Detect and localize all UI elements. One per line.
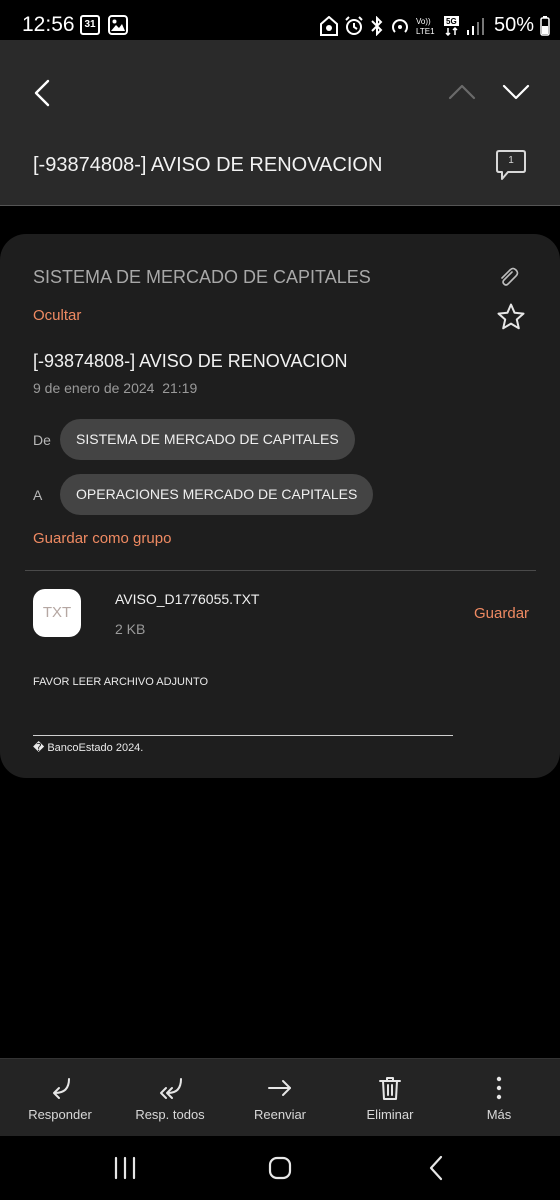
comment-button[interactable]: 1 [494, 148, 528, 182]
email-date: 9 de enero de 2024 21:19 [33, 380, 198, 396]
email-body-text: FAVOR LEER ARCHIVO ADJUNTO [33, 676, 209, 688]
reply-all-label: Resp. todos [135, 1107, 205, 1122]
volte-icon: Vo)) LTE1 [416, 17, 435, 36]
txt-file-icon[interactable]: TXT [33, 589, 81, 637]
svg-text:LTE1: LTE1 [416, 27, 435, 36]
header-divider [0, 205, 560, 206]
reply-label: Responder [28, 1107, 92, 1122]
more-vertical-icon [496, 1076, 502, 1100]
calendar-day: 31 [84, 19, 96, 30]
previous-email-icon[interactable] [446, 80, 478, 104]
hide-details-link[interactable]: Ocultar [33, 307, 81, 324]
more-button[interactable]: Más [443, 1059, 555, 1137]
hotspot-icon [392, 18, 408, 33]
from-label: De [33, 432, 51, 448]
card-divider [25, 570, 536, 571]
status-time: 12:56 [22, 13, 75, 36]
attachment-size: 2 KB [115, 621, 146, 637]
delete-label: Eliminar [366, 1107, 414, 1122]
reply-icon [53, 1078, 70, 1099]
bluetooth-icon [371, 15, 383, 36]
next-email-icon[interactable] [500, 80, 532, 104]
star-icon[interactable] [496, 302, 526, 332]
reply-button[interactable]: Responder [4, 1059, 116, 1137]
home-icon[interactable] [265, 1154, 295, 1182]
from-chip[interactable]: SISTEMA DE MERCADO DE CAPITALES [60, 419, 355, 460]
forward-label: Reenviar [253, 1107, 307, 1122]
reply-all-button[interactable]: Resp. todos [114, 1059, 226, 1137]
app-header [0, 40, 560, 206]
to-label: A [33, 487, 43, 503]
trash-icon [379, 1077, 401, 1100]
home-assistant-icon [319, 15, 338, 36]
svg-text:5G: 5G [446, 17, 457, 26]
gallery-icon [108, 15, 128, 35]
action-toolbar: Responder Resp. todos Reenviar Eliminar … [0, 1058, 560, 1136]
battery-percentage: 50% [493, 14, 534, 36]
email-subject: [-93874808-] AVISO DE RENOVACION [33, 351, 348, 371]
signal-icon [466, 17, 484, 35]
reply-all-icon [160, 1078, 182, 1099]
svg-text:Vo)): Vo)) [416, 17, 431, 26]
comment-count: 1 [508, 155, 514, 166]
body-divider [33, 735, 453, 736]
calendar-icon: 31 [80, 15, 100, 35]
5g-icon: 5G [443, 15, 459, 36]
forward-arrow-icon [268, 1080, 291, 1096]
save-attachment-button[interactable]: Guardar [474, 605, 529, 622]
delete-button[interactable]: Eliminar [334, 1059, 446, 1137]
recent-apps-icon[interactable] [110, 1154, 140, 1182]
attachment-name[interactable]: AVISO_D1776055.TXT [115, 591, 259, 607]
alarm-icon [345, 15, 363, 35]
sender-name: SISTEMA DE MERCADO DE CAPITALES [33, 267, 371, 287]
paperclip-icon [501, 267, 519, 286]
forward-button[interactable]: Reenviar [224, 1059, 336, 1137]
email-footer: � BancoEstado 2024. [33, 742, 144, 754]
system-navigation-bar [0, 1136, 560, 1200]
to-chip[interactable]: OPERACIONES MERCADO DE CAPITALES [60, 474, 374, 515]
page-title: [-93874808-] AVISO DE RENOVACION [33, 154, 383, 176]
status-left-icons: 31 [80, 15, 128, 35]
nav-back-icon[interactable] [422, 1154, 452, 1182]
more-label: Más [486, 1107, 512, 1122]
status-right-icons: Vo)) LTE1 5G 50% [319, 14, 550, 37]
back-arrow-icon[interactable] [28, 78, 58, 108]
battery-icon [540, 15, 550, 36]
save-as-group-link[interactable]: Guardar como grupo [33, 530, 171, 547]
